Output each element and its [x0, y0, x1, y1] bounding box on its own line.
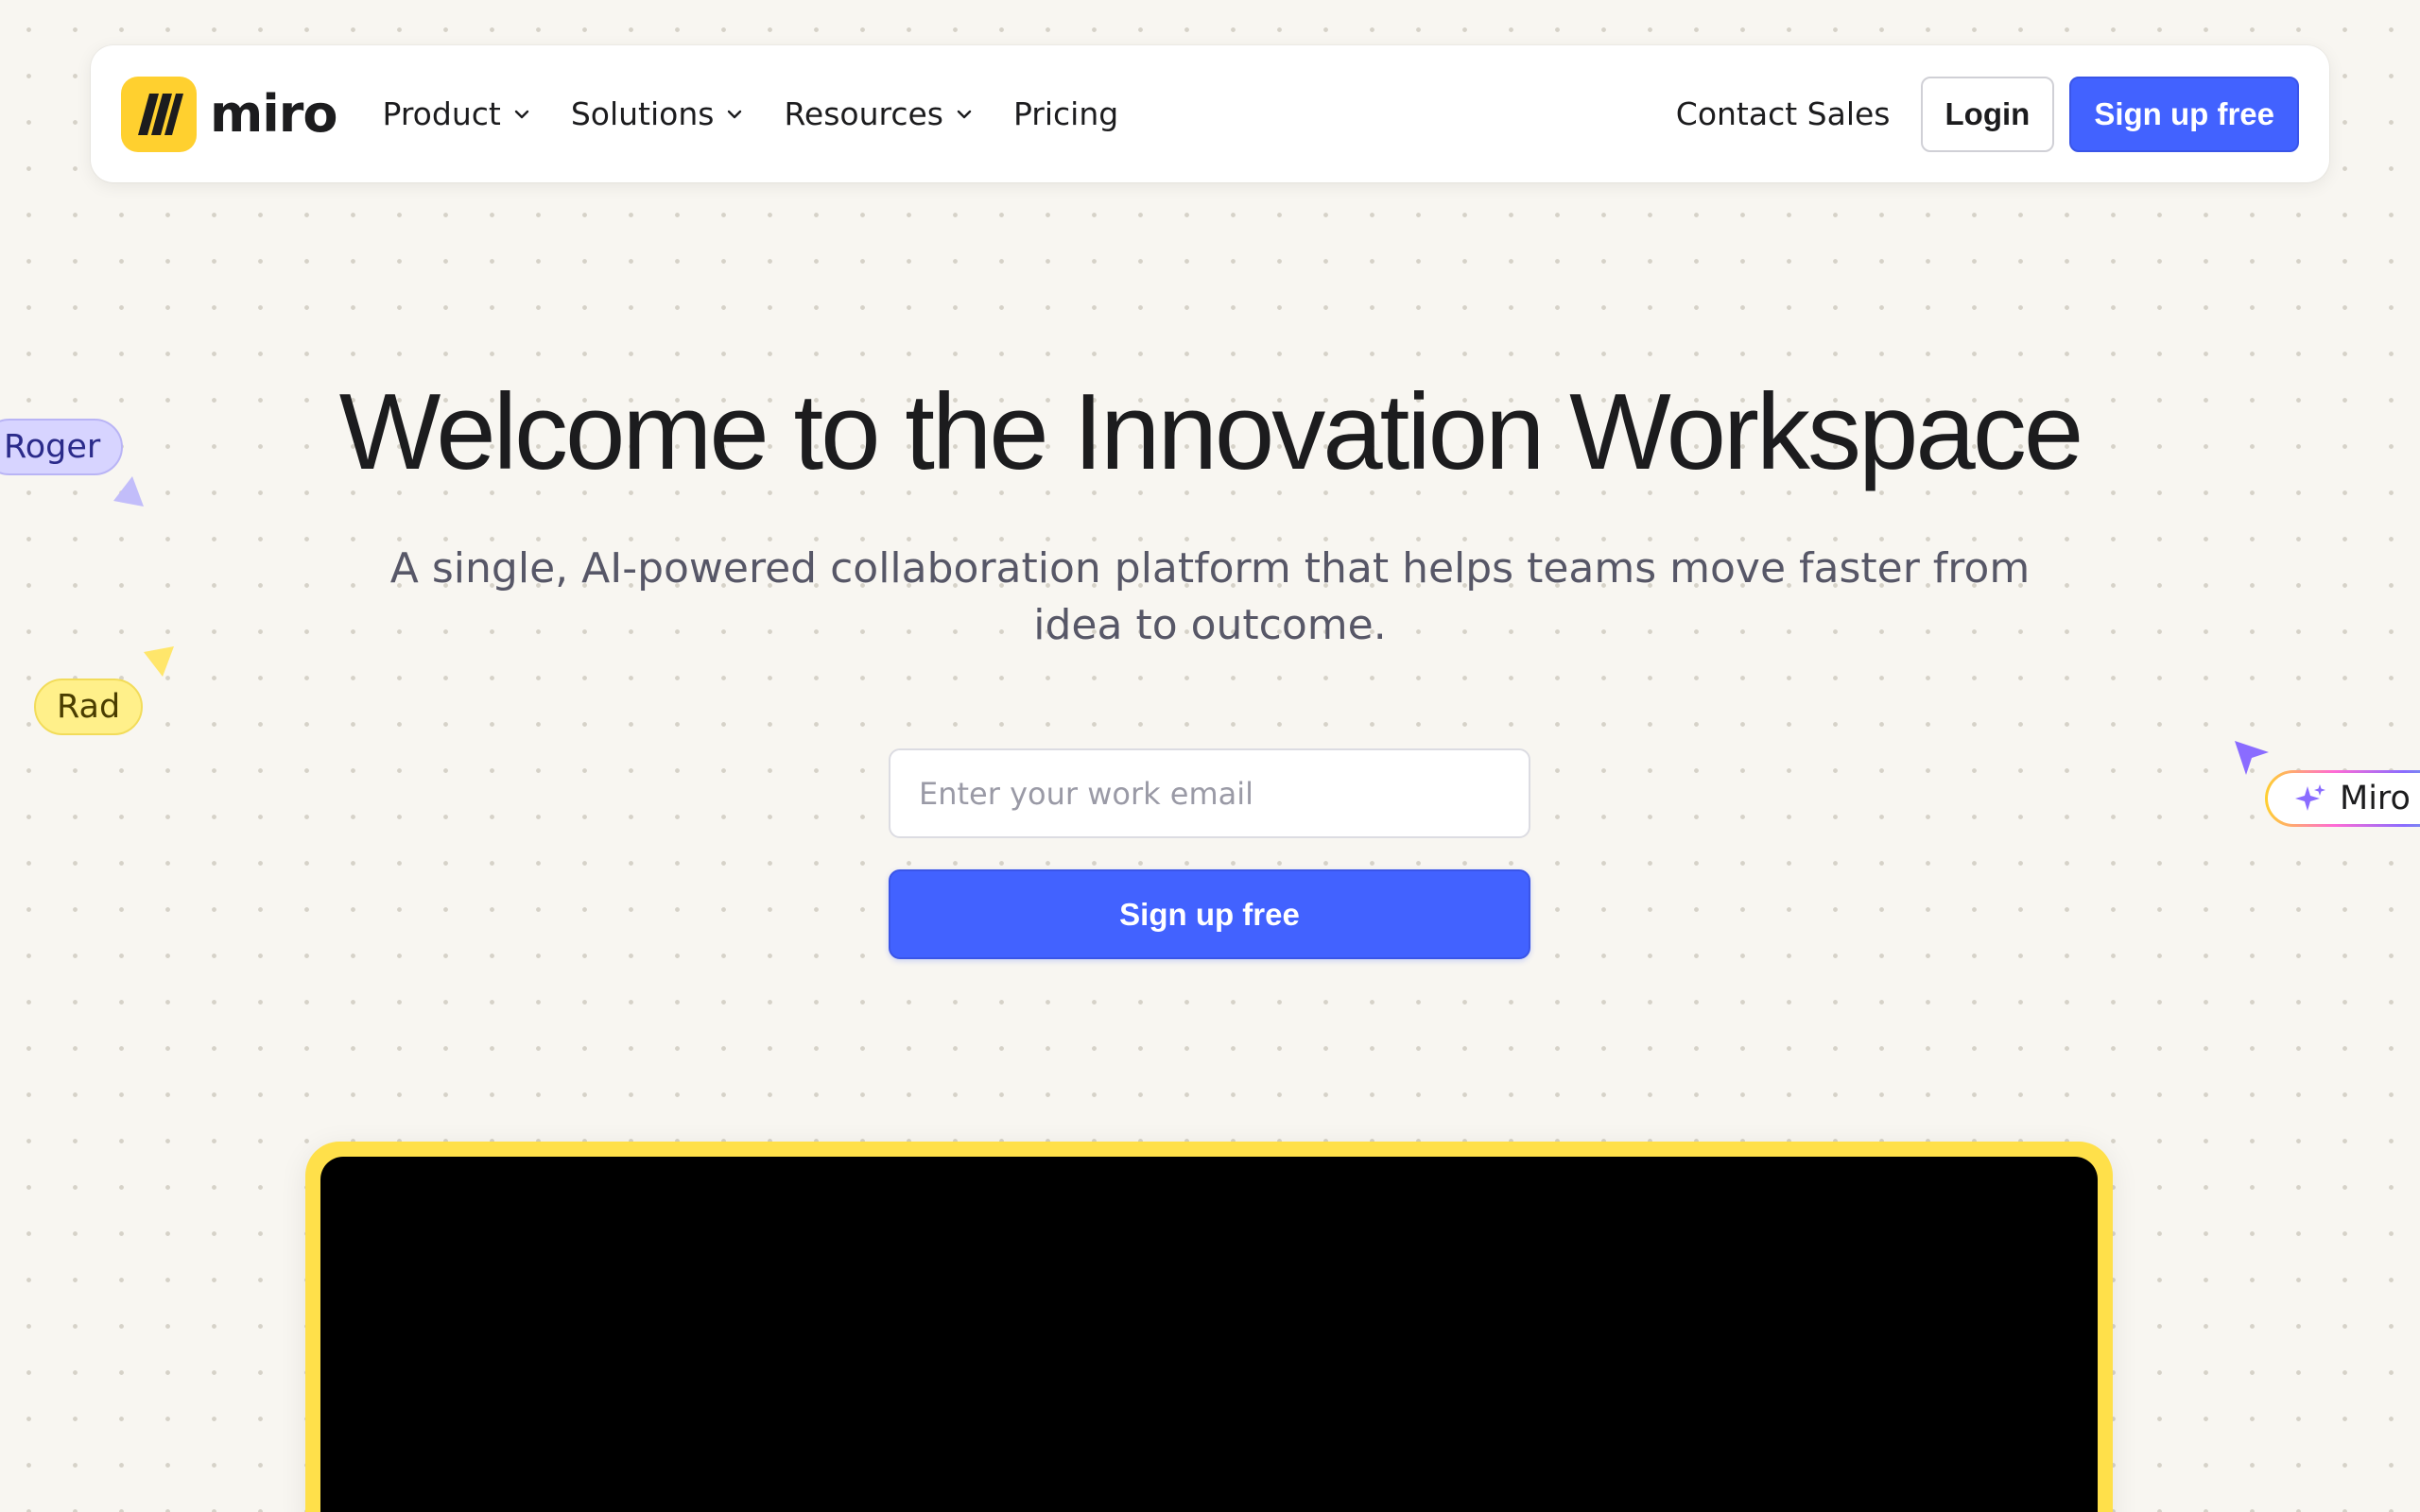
menu-item-label: Product [382, 95, 501, 132]
product-video[interactable] [320, 1157, 2098, 1512]
work-email-input[interactable] [889, 748, 1530, 838]
login-button[interactable]: Login [1920, 76, 2055, 152]
menu-item-label: Pricing [1012, 95, 1119, 132]
chevron-down-icon [728, 110, 742, 118]
miro-logo-icon [121, 76, 197, 152]
hero-subtitle: A single, AI-powered collaboration platf… [389, 544, 2031, 649]
contact-sales-link[interactable]: Contact Sales [1676, 95, 1891, 132]
menu-item-solutions[interactable]: Solutions [571, 95, 745, 132]
menu-item-resources[interactable]: Resources [784, 95, 974, 132]
video-frame [305, 1142, 2113, 1512]
menu-item-pricing[interactable]: Pricing [1013, 95, 1118, 132]
sparkle-icon [2295, 784, 2325, 811]
nav-signup-button[interactable]: Sign up free [2069, 76, 2299, 152]
cursor-label-roger: Roger [0, 419, 124, 475]
brand-name: miro [210, 84, 338, 144]
cursor-label-rad: Rad [34, 679, 144, 735]
menu-item-product[interactable]: Product [383, 95, 531, 132]
menu-item-label: Solutions [570, 95, 715, 132]
hero-signup-button[interactable]: Sign up free [889, 869, 1530, 959]
main-menu: Product Solutions Resources Pricing [383, 95, 1119, 132]
menu-item-label: Resources [784, 95, 943, 132]
cursor-arrow-icon [144, 646, 174, 677]
miro-logo[interactable]: miro [121, 76, 338, 152]
hero-title: Welcome to the Innovation Workspace [338, 372, 2083, 492]
chevron-down-icon [957, 110, 972, 118]
cursor-arrow-icon [2235, 741, 2269, 775]
nav-actions: Contact Sales Login Sign up free [1676, 76, 2299, 152]
top-nav: miro Product Solutions Resources Pricing… [91, 45, 2329, 182]
cursor-arrow-icon [113, 476, 144, 507]
chevron-down-icon [514, 110, 529, 118]
miro-ai-badge: Miro AI [2265, 770, 2420, 827]
miro-ai-label: Miro AI [2340, 780, 2420, 817]
